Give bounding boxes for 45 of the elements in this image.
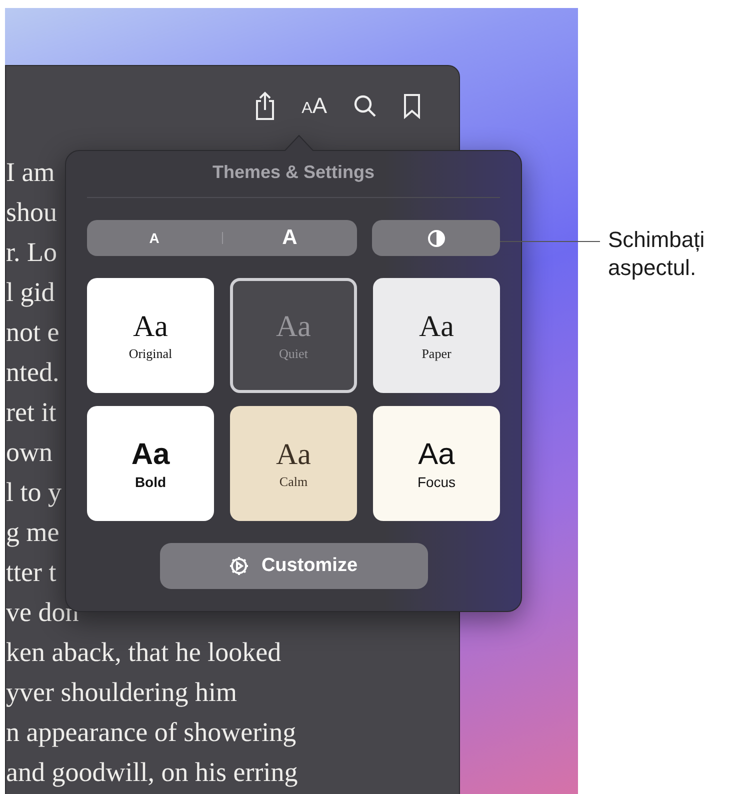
theme-sample-text: Aa — [276, 310, 311, 344]
theme-sample-text: Aa — [276, 438, 311, 472]
larger-font-button[interactable]: A — [222, 220, 357, 256]
theme-option[interactable]: Aa Bold — [87, 406, 214, 521]
theme-option[interactable]: Aa Focus — [373, 406, 500, 521]
theme-sample-text: Aa — [418, 438, 455, 472]
theme-option[interactable]: Aa Original — [87, 278, 214, 393]
share-icon[interactable] — [254, 91, 276, 121]
book-text-line: ret it — [6, 396, 56, 429]
theme-name: Focus — [417, 474, 456, 490]
theme-sample-text: Aa — [131, 438, 170, 472]
callout-text: Schimbați aspectul. — [607, 226, 706, 282]
book-text-line: yver shouldering him — [6, 676, 237, 709]
theme-sample-text: Aa — [133, 310, 168, 344]
theme-name: Bold — [134, 474, 166, 490]
book-text-line: I am — [6, 156, 55, 189]
theme-option[interactable]: Aa Calm — [230, 406, 357, 521]
book-text-line: not e — [6, 316, 60, 349]
book-text-line: g me — [6, 516, 60, 549]
theme-name: Calm — [279, 474, 308, 490]
theme-option[interactable]: Aa Paper — [373, 278, 500, 393]
popover-title: Themes & Settings — [212, 162, 375, 184]
book-text-line: ken aback, that he looked — [6, 636, 282, 669]
search-icon[interactable] — [353, 94, 377, 118]
theme-name: Paper — [422, 346, 452, 362]
bookmark-icon[interactable] — [403, 93, 421, 119]
book-text-line: l gid — [6, 276, 55, 309]
gear-icon — [229, 556, 250, 576]
theme-name: Original — [128, 346, 172, 362]
appearance-button[interactable] — [372, 220, 500, 256]
book-text-line: and goodwill, on his erring — [6, 756, 298, 789]
theme-name: Quiet — [279, 346, 308, 362]
book-text-line: own — [6, 436, 52, 469]
book-text-line: n appearance of showering — [6, 716, 296, 749]
book-text-line: r. Lo — [6, 236, 57, 269]
theme-sample-text: Aa — [419, 310, 454, 344]
book-text-line: nted. — [6, 356, 60, 389]
half-circle-icon — [428, 230, 444, 246]
smaller-font-button[interactable]: A — [87, 220, 222, 256]
book-text-line: tter t — [6, 556, 56, 589]
customize-button[interactable]: Customize — [160, 543, 428, 589]
book-text-line: l to y — [6, 476, 62, 509]
book-text-line: ve don — [6, 596, 79, 629]
book-text-line: shou — [6, 196, 58, 229]
text-size-button[interactable]: AA — [302, 93, 327, 119]
